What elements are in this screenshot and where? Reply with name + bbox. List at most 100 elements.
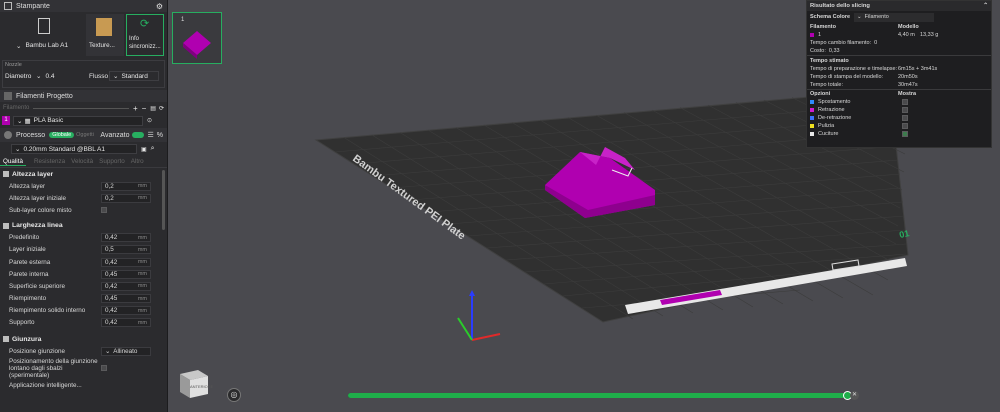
process-preset-select[interactable]: ⌄ 0.20mm Standard @BBL A1 bbox=[11, 144, 137, 154]
est-title: Tempo stimato bbox=[810, 57, 849, 64]
remove-filament-icon[interactable]: − bbox=[142, 104, 147, 113]
plate-number: 01 bbox=[898, 228, 910, 240]
option-swatch bbox=[810, 132, 814, 136]
setting-label: Altezza layer bbox=[9, 182, 46, 190]
setting-input[interactable]: 0,45 mm bbox=[101, 294, 151, 304]
plate-thumbnail[interactable]: 1 bbox=[172, 12, 222, 64]
setting-input[interactable]: 0,2 mm bbox=[101, 193, 151, 203]
percent-icon[interactable]: % bbox=[157, 132, 163, 139]
sync-label: Info sincronizz... bbox=[129, 36, 161, 50]
list-icon[interactable]: ☰ bbox=[147, 131, 153, 139]
setting-unit: mm bbox=[137, 246, 147, 253]
filament-title: Filamenti Progetto bbox=[16, 92, 73, 100]
collapse-icon[interactable]: ⌃ bbox=[983, 3, 988, 9]
tab-strength[interactable]: Resistenza bbox=[34, 158, 65, 165]
filament-sync-icon[interactable]: ⟳ bbox=[159, 105, 164, 112]
objects-toggle[interactable]: Oggetti bbox=[76, 132, 94, 138]
setting-unit: mm bbox=[137, 234, 147, 241]
filament-select[interactable]: ⌄ ▦ PLA Basic bbox=[13, 115, 143, 126]
option-checkbox[interactable] bbox=[902, 131, 908, 137]
diameter-label: Diametro bbox=[5, 72, 32, 80]
prep-value: 6m15s + 3m41s bbox=[898, 66, 938, 72]
change-time-label: Tempo cambio filamento: bbox=[810, 40, 872, 46]
setting-label: Riempimento bbox=[9, 295, 47, 303]
printer-title: Stampante bbox=[16, 2, 50, 10]
total-value: 30m47s bbox=[898, 82, 918, 88]
setting-label: Sub-layer colore misto bbox=[9, 206, 72, 214]
settings-scrollbar[interactable] bbox=[162, 170, 165, 230]
save-icon[interactable]: ▣ bbox=[141, 146, 147, 153]
setting-row: Altezza layer 0,2 mm bbox=[0, 180, 167, 192]
diameter-select[interactable]: ⌄ 0.4 bbox=[33, 71, 81, 81]
option-swatch bbox=[810, 124, 814, 128]
setting-row: Posizionamento della giunzione lontano d… bbox=[0, 357, 167, 379]
setting-input[interactable]: 0,42 mm bbox=[101, 233, 151, 243]
tab-quality[interactable]: Qualità bbox=[0, 158, 26, 166]
flow-select[interactable]: ⌄ Standard bbox=[109, 71, 159, 81]
gear-icon[interactable]: ⚙ bbox=[156, 2, 163, 11]
add-filament-icon[interactable]: + bbox=[133, 104, 138, 113]
setting-value: 0,2 bbox=[105, 194, 114, 202]
filament-row[interactable]: 1 ⌄ ▦ PLA Basic ⊙ bbox=[0, 114, 167, 127]
cost-value: 0,33 bbox=[828, 48, 840, 54]
filament-settings-icon[interactable]: ▤ bbox=[150, 105, 156, 112]
setting-row: Predefinito 0,42 mm bbox=[0, 232, 167, 244]
setting-input[interactable]: 0,42 mm bbox=[101, 318, 151, 328]
setting-input[interactable]: 0,42 mm bbox=[101, 281, 151, 291]
advanced-toggle[interactable] bbox=[132, 132, 145, 138]
setting-row: Altezza layer iniziale 0,2 mm bbox=[0, 192, 167, 204]
mixed-color-checkbox[interactable] bbox=[101, 207, 107, 214]
total-label: Tempo totale: bbox=[810, 82, 844, 88]
filament-type-icon: ▦ bbox=[24, 117, 31, 125]
scheme-label: Schema Colore bbox=[810, 14, 851, 20]
option-checkbox[interactable] bbox=[902, 115, 908, 121]
plate-type-label: Texture... bbox=[89, 42, 115, 49]
plate-type-select[interactable]: Texture... bbox=[86, 14, 124, 56]
filament-edit-icon[interactable]: ⊙ bbox=[147, 117, 152, 124]
option-checkbox[interactable] bbox=[902, 123, 908, 129]
seam-far-checkbox[interactable] bbox=[101, 365, 107, 372]
setting-label: Riempimento solido interno bbox=[9, 307, 86, 315]
filament-index-badge: 1 bbox=[2, 116, 10, 125]
flow-label: Flusso bbox=[89, 72, 109, 80]
scheme-select[interactable]: ⌄ Filamento bbox=[854, 12, 935, 22]
setting-label: Applicazione intelligente... bbox=[9, 381, 82, 389]
setting-row: Applicazione intelligente... bbox=[0, 379, 167, 391]
setting-row: Riempimento solido interno 0,42 mm bbox=[0, 305, 167, 317]
setting-input[interactable]: 0,2 mm bbox=[101, 181, 151, 191]
printer-select[interactable]: ⌄ Bambu Lab A1 bbox=[2, 14, 86, 56]
option-row: Pulizia bbox=[807, 122, 991, 130]
chevron-down-icon: ⌄ bbox=[16, 43, 22, 50]
setting-value: 0,42 bbox=[105, 319, 118, 327]
show-label: Mostra bbox=[898, 91, 917, 97]
setting-input[interactable]: 0,42 mm bbox=[101, 306, 151, 316]
category-layer-height: Altezza layer bbox=[0, 168, 167, 180]
tab-support[interactable]: Supporto bbox=[99, 158, 125, 165]
seam-position-select[interactable]: ⌄ Allineato bbox=[101, 346, 151, 356]
chevron-down-icon: ⌄ bbox=[113, 73, 119, 80]
search-icon[interactable]: ⌕ bbox=[151, 145, 155, 153]
layer-slider[interactable] bbox=[348, 390, 852, 400]
view-reset-button[interactable]: ◎ bbox=[227, 388, 241, 402]
sync-info-button[interactable]: ⟳ Info sincronizz... bbox=[126, 14, 164, 56]
setting-label: Supporto bbox=[9, 319, 35, 327]
setting-input[interactable]: 0,5 mm bbox=[101, 245, 151, 255]
prep-label: Tempo di preparazione e timelapse: bbox=[810, 66, 898, 72]
setting-unit: mm bbox=[137, 307, 147, 314]
option-checkbox[interactable] bbox=[902, 99, 908, 105]
navigation-cube[interactable]: ANTERIORE bbox=[176, 366, 214, 402]
setting-input[interactable]: 0,45 mm bbox=[101, 269, 151, 279]
option-checkbox[interactable] bbox=[902, 107, 908, 113]
setting-label: Posizionamento della giunzione lontano d… bbox=[9, 357, 98, 379]
global-toggle[interactable]: Globale bbox=[49, 132, 75, 138]
setting-label: Parete interna bbox=[9, 270, 49, 278]
setting-input[interactable]: 0,42 mm bbox=[101, 257, 151, 267]
nav-cube-label: ANTERIORE bbox=[190, 384, 214, 389]
slider-close-icon[interactable]: ✕ bbox=[850, 391, 859, 400]
tab-other[interactable]: Altro bbox=[131, 158, 144, 165]
option-row: Cuciture bbox=[807, 130, 991, 138]
setting-label: Altezza layer iniziale bbox=[9, 194, 67, 202]
filament-index: 1 bbox=[818, 32, 822, 38]
option-label: De-retrazione bbox=[818, 115, 852, 121]
tab-speed[interactable]: Velocità bbox=[71, 158, 93, 165]
